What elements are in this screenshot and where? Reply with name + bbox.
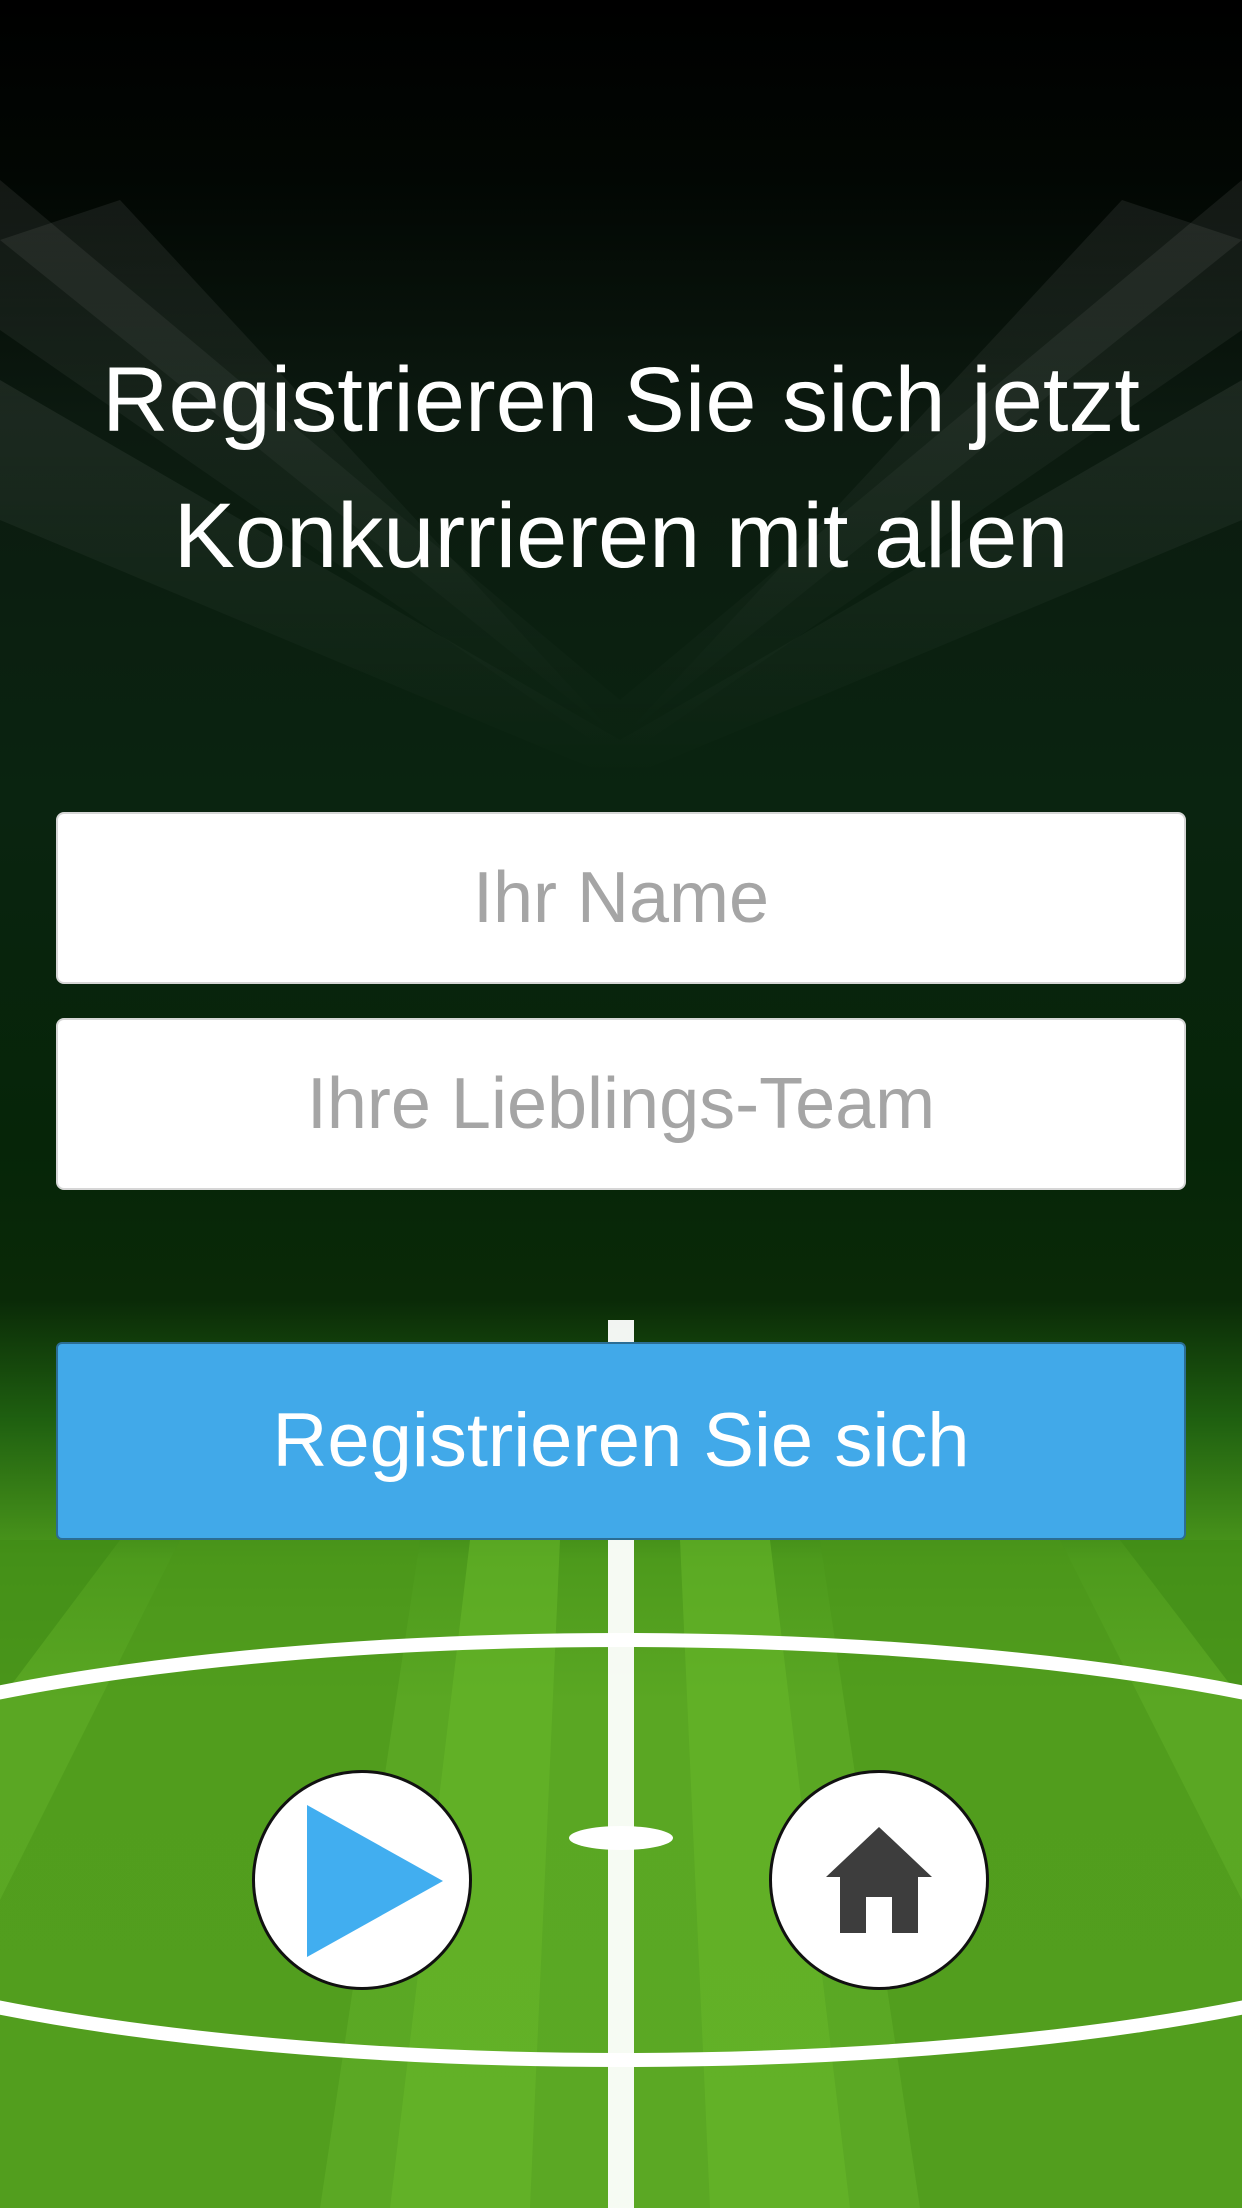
registration-screen: Registrieren Sie sich jetzt Konkurrieren… — [0, 0, 1242, 2208]
register-button[interactable]: Registrieren Sie sich — [56, 1342, 1186, 1540]
play-button[interactable] — [252, 1770, 472, 1990]
favorite-team-input[interactable] — [56, 1018, 1186, 1190]
headline-line-1: Registrieren Sie sich jetzt — [102, 349, 1140, 451]
home-icon — [826, 1827, 932, 1933]
home-button[interactable] — [769, 1770, 989, 1990]
headline-line-2: Konkurrieren mit allen — [173, 485, 1069, 587]
headline: Registrieren Sie sich jetzt Konkurrieren… — [0, 332, 1242, 604]
play-icon — [307, 1805, 443, 1957]
name-input[interactable] — [56, 812, 1186, 984]
